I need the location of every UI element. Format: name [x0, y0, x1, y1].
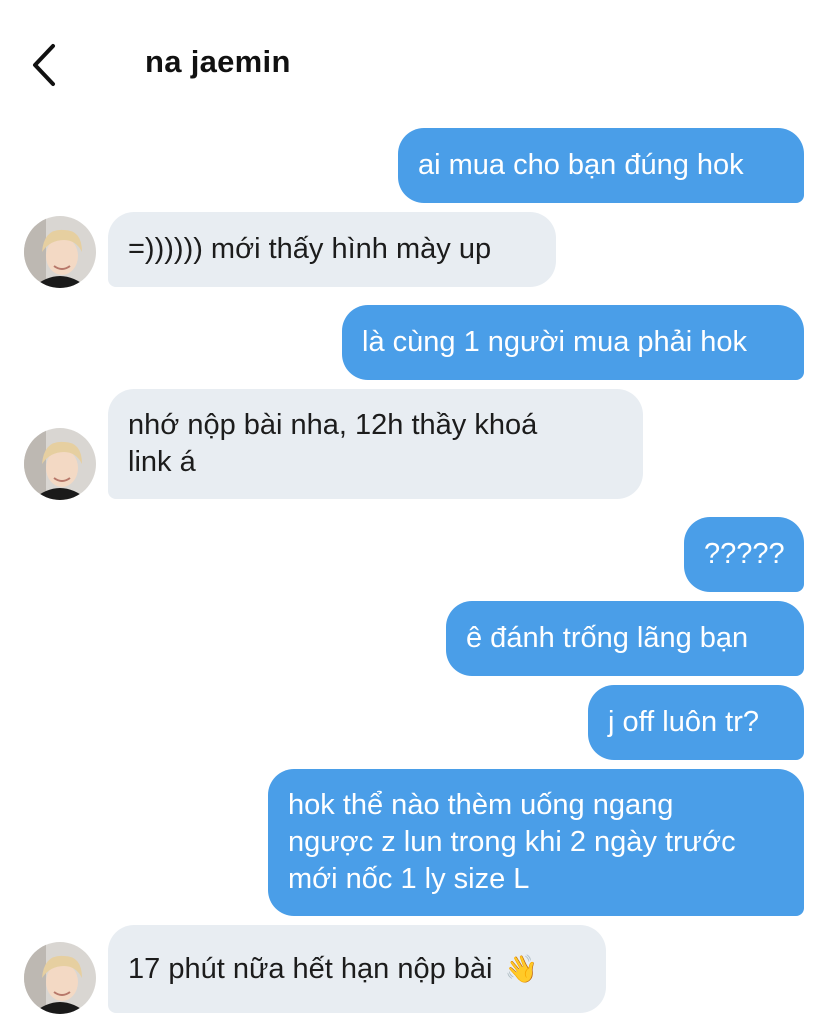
incoming-message[interactable]: 17 phút nữa hết hạn nộp bài 👋	[108, 925, 606, 1013]
waving-hand-icon: 👋	[504, 953, 539, 984]
avatar[interactable]	[24, 428, 96, 500]
outgoing-message[interactable]: ê đánh trống lãng bạn	[446, 601, 804, 676]
outgoing-message[interactable]: là cùng 1 người mua phải hok	[342, 305, 804, 380]
avatar[interactable]	[24, 942, 96, 1014]
message-text: =)))))) mới thấy hình mày up	[128, 233, 492, 265]
outgoing-message[interactable]: ?????	[684, 517, 804, 592]
message-text-line: mới nốc 1 ly size L	[288, 863, 530, 895]
message-text: ê đánh trống lãng bạn	[466, 622, 749, 654]
message-text-row: 17 phút nữa hết hạn nộp bài 👋	[128, 951, 586, 988]
profile-photo	[24, 216, 96, 288]
message-text: ?????	[704, 538, 785, 570]
chat-header: na jaemin	[0, 0, 826, 120]
back-button[interactable]	[24, 40, 64, 90]
outgoing-message[interactable]: hok thể nào thèm uống ngang ngược z lun …	[268, 769, 804, 916]
profile-photo	[24, 942, 96, 1014]
message-text-line: hok thể nào thèm uống ngang	[288, 789, 674, 821]
message-text: 17 phút nữa hết hạn nộp bài	[128, 952, 493, 985]
incoming-message[interactable]: nhớ nộp bài nha, 12h thầy khoá link á	[108, 389, 643, 499]
contact-name[interactable]: na jaemin	[145, 44, 291, 80]
message-text-line: link á	[128, 446, 196, 478]
incoming-message[interactable]: =)))))) mới thấy hình mày up	[108, 212, 556, 287]
chevron-left-icon	[33, 44, 55, 86]
outgoing-message[interactable]: j off luôn tr?	[588, 685, 804, 760]
message-text-line: ngược z lun trong khi 2 ngày trước	[288, 826, 736, 858]
outgoing-message[interactable]: ai mua cho bạn đúng hok	[398, 128, 804, 203]
message-text: là cùng 1 người mua phải hok	[362, 326, 748, 358]
profile-photo	[24, 428, 96, 500]
message-text: j off luôn tr?	[608, 706, 760, 738]
message-text: ai mua cho bạn đúng hok	[418, 149, 744, 181]
message-text-line: nhớ nộp bài nha, 12h thầy khoá	[128, 409, 538, 441]
avatar[interactable]	[24, 216, 96, 288]
